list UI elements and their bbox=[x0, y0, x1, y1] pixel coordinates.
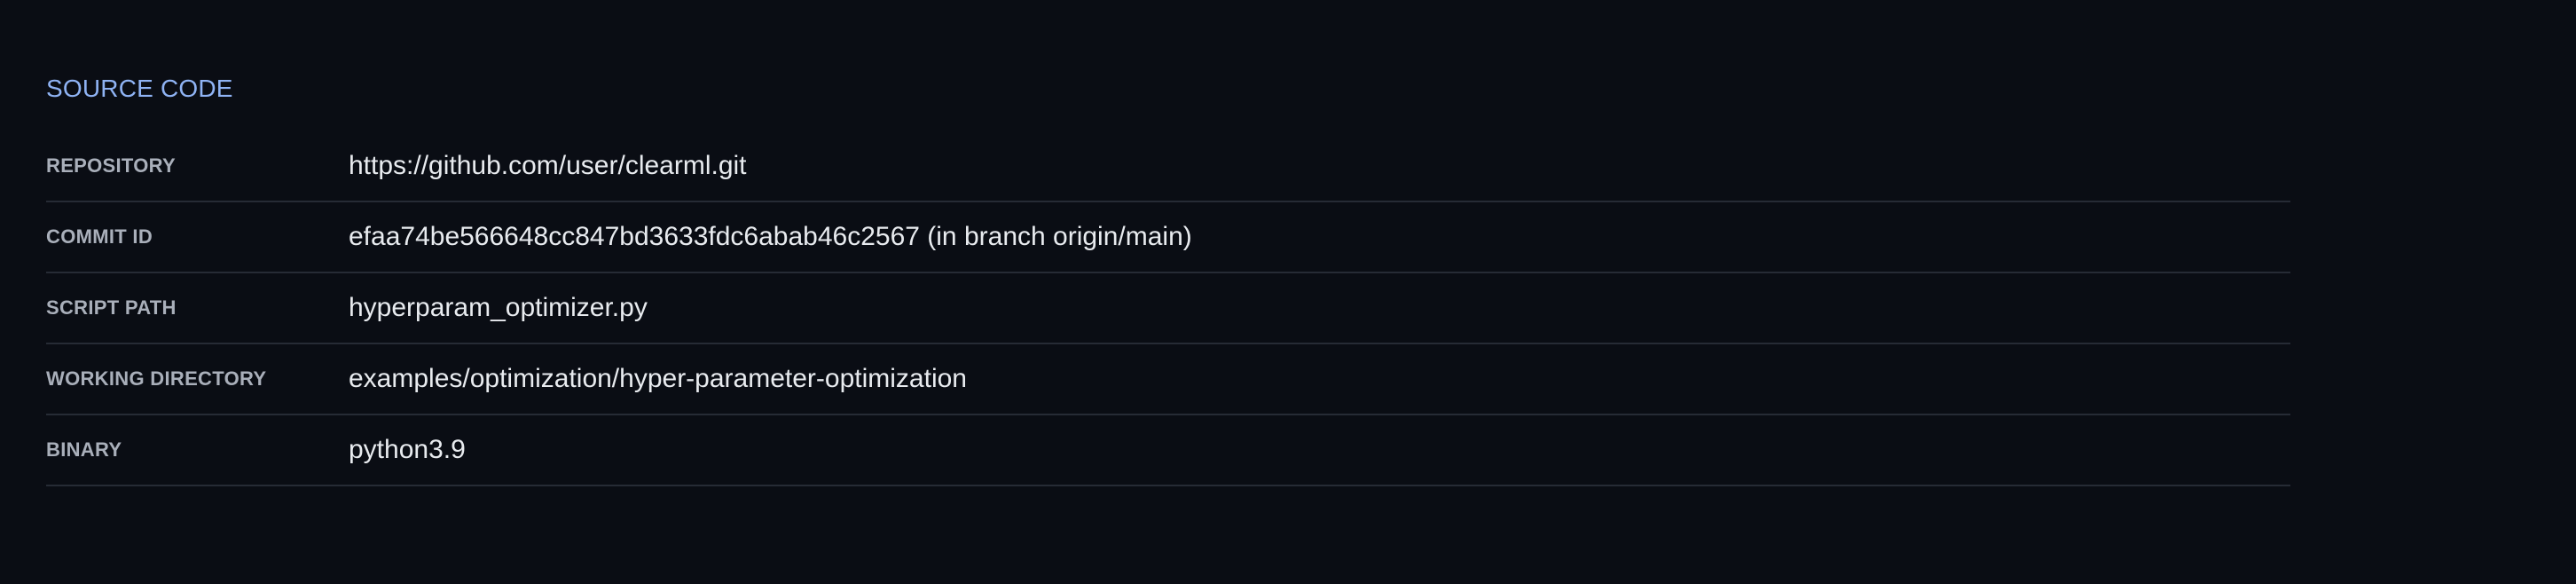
field-value-working-directory[interactable]: examples/optimization/hyper-parameter-op… bbox=[349, 364, 967, 394]
field-label-working-directory: WORKING DIRECTORY bbox=[46, 367, 267, 390]
source-code-fields: REPOSITORY https://github.com/user/clear… bbox=[46, 131, 2290, 486]
section-title: SOURCE CODE bbox=[46, 75, 233, 102]
field-label-repository: REPOSITORY bbox=[46, 154, 177, 177]
field-row-repository: REPOSITORY https://github.com/user/clear… bbox=[46, 131, 2290, 202]
field-label-binary: BINARY bbox=[46, 438, 122, 461]
field-value-script-path[interactable]: hyperparam_optimizer.py bbox=[349, 293, 648, 323]
field-label-commit-id: COMMIT ID bbox=[46, 225, 153, 248]
field-row-commit-id: COMMIT ID efaa74be566648cc847bd3633fdc6a… bbox=[46, 202, 2290, 273]
field-value-commit-id[interactable]: efaa74be566648cc847bd3633fdc6abab46c2567… bbox=[349, 222, 1192, 252]
field-label-script-path: SCRIPT PATH bbox=[46, 296, 177, 319]
field-row-working-directory: WORKING DIRECTORY examples/optimization/… bbox=[46, 344, 2290, 415]
field-value-binary[interactable]: python3.9 bbox=[349, 435, 466, 465]
field-row-script-path: SCRIPT PATH hyperparam_optimizer.py bbox=[46, 273, 2290, 344]
field-row-binary: BINARY python3.9 bbox=[46, 415, 2290, 486]
field-value-repository[interactable]: https://github.com/user/clearml.git bbox=[349, 151, 747, 181]
